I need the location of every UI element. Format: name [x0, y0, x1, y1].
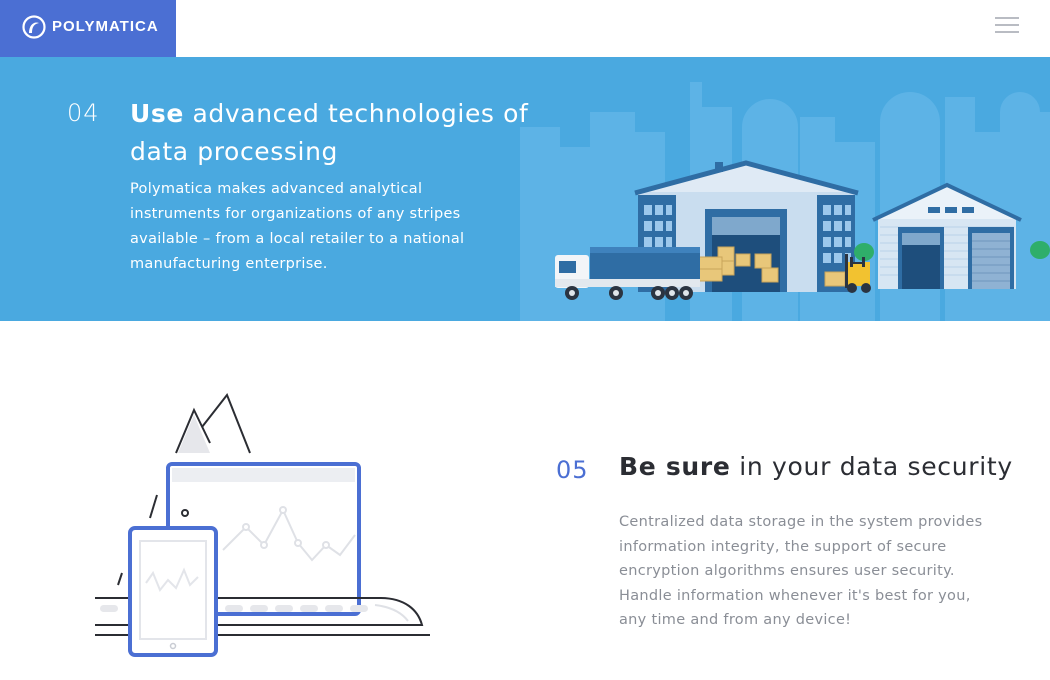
brand-name: POLYMATICA [52, 18, 159, 35]
site-header: POLYMATICA [0, 0, 1050, 57]
security-title-rest: in your data security [730, 452, 1013, 481]
hamburger-menu-icon[interactable] [995, 16, 1021, 36]
hero-section: 04 Use advanced technologies of data pro… [0, 57, 1050, 321]
hero-title-bold: Use [130, 99, 184, 128]
security-title: Be sure in your data security [619, 452, 1039, 481]
security-description: Centralized data storage in the system p… [619, 514, 983, 629]
section-number: 04 [67, 99, 100, 127]
warehouse-logistics-illustration [520, 82, 1050, 321]
logo-link[interactable]: POLYMATICA [0, 0, 176, 57]
hero-description: Polymatica makes advanced analytical ins… [130, 181, 465, 272]
hero-title: Use advanced technologies of data proces… [130, 95, 530, 171]
security-title-bold: Be sure [619, 452, 731, 481]
polymatica-logo-icon [22, 15, 46, 39]
devices-train-mountains-illustration [95, 393, 430, 657]
section-number: 05 [556, 456, 589, 484]
hero-title-rest: advanced technologies of data processing [130, 99, 529, 166]
